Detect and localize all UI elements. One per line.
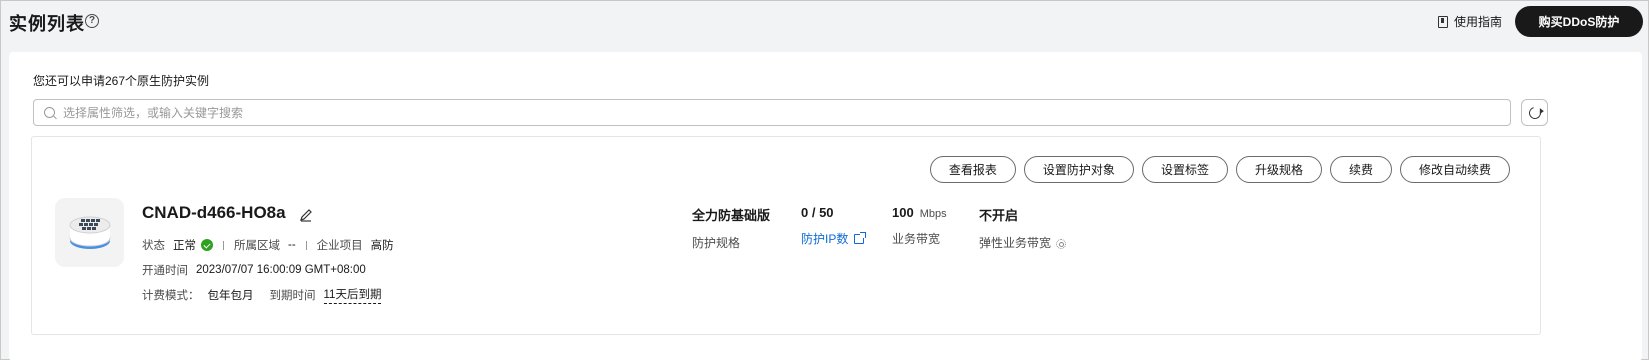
modify-auto-renew-button[interactable]: 修改自动续费 (1399, 156, 1510, 183)
check-circle-icon (201, 239, 213, 251)
ip-count-value: 0 / 50 (801, 205, 834, 220)
expire-key: 到期时间 (269, 290, 316, 302)
instance-image (55, 198, 124, 267)
question-circle-icon[interactable]: ? (85, 14, 99, 28)
refresh-button[interactable] (1521, 99, 1548, 126)
edit-pencil-icon[interactable] (299, 208, 313, 222)
elastic-key: 弹性业务带宽 (979, 236, 1052, 250)
user-guide-link[interactable]: 使用指南 (1438, 13, 1502, 30)
instance-actions: 查看报表 设置防护对象 设置标签 升级规格 续费 修改自动续费 (929, 156, 1510, 183)
protected-ip-label: 防护IP数 (801, 232, 849, 246)
main-panel: 您还可以申请267个原生防护实例 查看报表 设置防护对象 设置标签 升级规格 续… (9, 52, 1642, 360)
divider (223, 240, 224, 250)
settings-icon[interactable] (1056, 238, 1067, 249)
elastic-value: 不开启 (979, 208, 1019, 223)
bandwidth-value: 100 (892, 205, 914, 220)
search-input[interactable] (63, 105, 1510, 120)
instance-card: 查看报表 设置防护对象 设置标签 升级规格 续费 修改自动续费 CNAD-d46… (31, 136, 1541, 335)
search-box[interactable] (33, 99, 1511, 126)
refresh-icon (1526, 104, 1543, 121)
spec-edition: 全力防基础版 防护规格 (692, 205, 770, 251)
elastic-key-row: 弹性业务带宽 (979, 234, 1067, 251)
set-protection-target-button[interactable]: 设置防护对象 (1023, 156, 1134, 183)
open-time-key: 开通时间 (142, 265, 188, 277)
view-report-button[interactable]: 查看报表 (929, 156, 1016, 183)
billing-value: 包年包月 (207, 290, 254, 302)
open-time-value: 2023/07/07 16:00:09 GMT+08:00 (196, 264, 366, 276)
spec-ip: 0 / 50 防护IP数 (801, 205, 867, 247)
project-key: 企业项目 (316, 240, 363, 252)
open-time-row: 开通时间 2023/07/07 16:00:09 GMT+08:00 (142, 262, 366, 278)
page-title: 实例列表 (9, 14, 85, 34)
bandwidth-key: 业务带宽 (892, 232, 941, 246)
external-link-icon (854, 231, 867, 244)
expire-value[interactable]: 11天后到期 (323, 286, 382, 304)
quota-text: 您还可以申请267个原生防护实例 (33, 74, 210, 88)
status-key: 状态 (142, 240, 165, 252)
top-bar: 实例列表 ? 使用指南 购买DDoS防护 (1, 1, 1648, 51)
region-value: -- (288, 239, 296, 251)
book-icon (1438, 15, 1448, 28)
edition-value: 全力防基础版 (692, 208, 771, 223)
project-value[interactable]: 高防 (371, 237, 394, 253)
status-value: 正常 (173, 240, 196, 252)
region-key: 所属区域 (234, 240, 280, 252)
user-guide-label: 使用指南 (1454, 15, 1503, 29)
server-device-icon (69, 216, 110, 249)
renew-button[interactable]: 续费 (1329, 156, 1392, 183)
spec-bandwidth: 100 Mbps 业务带宽 (892, 205, 947, 247)
protected-ip-link[interactable]: 防护IP数 (801, 230, 867, 247)
billing-row: 计费模式： 包年包月 到期时间 11天后到期 (142, 286, 382, 304)
instance-name: CNAD-d466-HO8a (142, 203, 286, 222)
buy-ddos-button[interactable]: 购买DDoS防护 (1515, 6, 1643, 37)
search-icon (44, 107, 55, 118)
bandwidth-row: 100 Mbps (892, 205, 947, 220)
bandwidth-unit: Mbps (919, 208, 947, 220)
divider (305, 240, 307, 250)
upgrade-spec-button[interactable]: 升级规格 (1235, 156, 1322, 183)
instance-meta-row: 状态 正常 所属区域 -- 企业项目 高防 (142, 237, 394, 253)
edition-key: 防护规格 (692, 236, 741, 250)
set-tags-button[interactable]: 设置标签 (1141, 156, 1228, 183)
spec-elastic: 不开启 弹性业务带宽 (979, 205, 1067, 251)
billing-key: 计费模式： (142, 290, 200, 302)
